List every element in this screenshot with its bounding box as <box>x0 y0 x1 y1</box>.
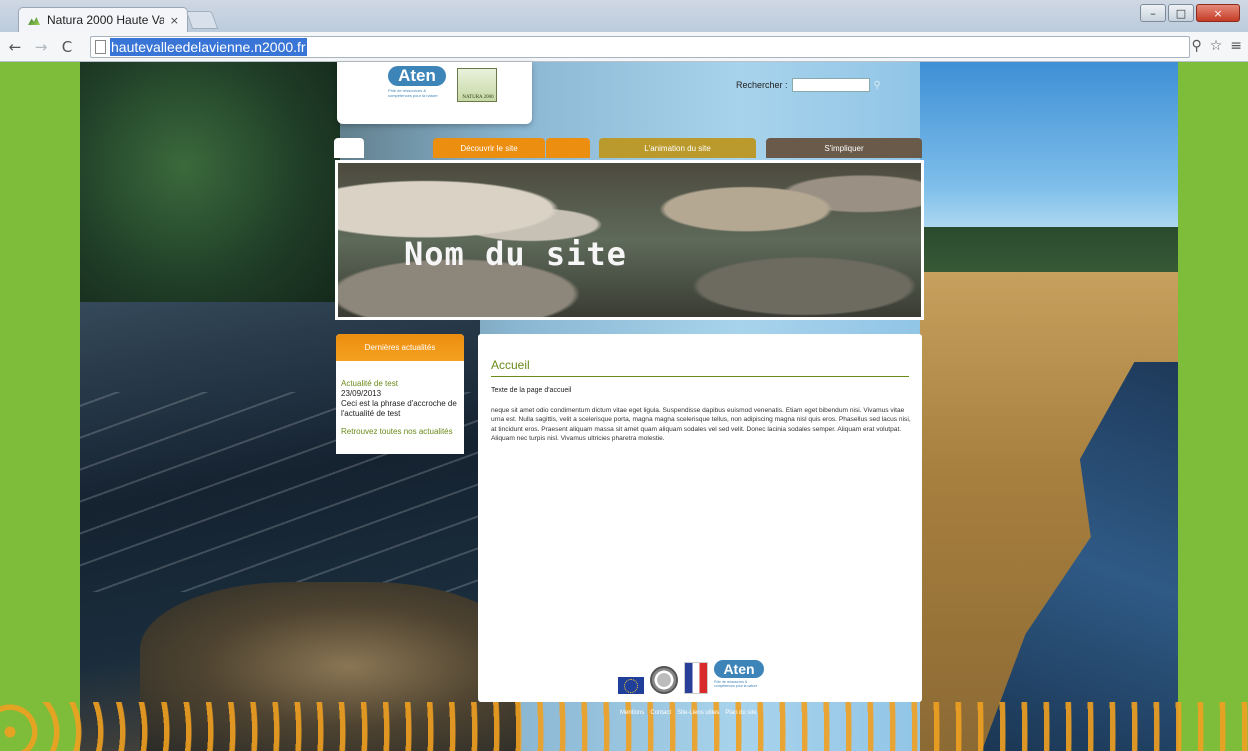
partner-logos: Aten Pôle de ressources & compétences po… <box>618 660 764 694</box>
tab-title: Natura 2000 Haute Vallée <box>47 13 164 27</box>
news-box: Dernières actualités Actualité de test 2… <box>336 334 464 454</box>
back-button[interactable]: ← <box>4 38 26 56</box>
menu-home-tab[interactable] <box>334 138 364 158</box>
menu-decouvrir-extension[interactable] <box>546 138 590 158</box>
footer-link-useful[interactable]: Site-Liens utiles <box>677 710 719 716</box>
banner-title: Nom du site <box>404 235 627 273</box>
page-icon <box>95 40 106 54</box>
sky-image <box>920 62 1178 242</box>
browser-tab[interactable]: Natura 2000 Haute Vallée × <box>18 7 188 32</box>
close-window-button[interactable]: × <box>1196 4 1240 22</box>
page-intro: Texte de la page d'accueil <box>491 387 572 394</box>
news-item-title[interactable]: Actualité de test <box>341 379 459 389</box>
menu-icon[interactable]: ≡ <box>1230 38 1242 54</box>
main-content: Accueil Texte de la page d'accueil neque… <box>478 334 922 702</box>
reload-button[interactable]: C <box>56 38 78 56</box>
page-body-text: neque sit amet odio condimentum dictum v… <box>491 407 911 442</box>
search-area: Rechercher : ⚲ <box>736 78 881 92</box>
eu-flag-icon[interactable] <box>618 677 644 694</box>
maximize-button[interactable]: □ <box>1168 4 1194 22</box>
toolbar-right: ⚲ ☆ ≡ <box>1191 38 1242 54</box>
menu-animation[interactable]: L'animation du site <box>599 138 756 158</box>
natura-favicon-icon <box>27 14 41 26</box>
banner-image: Nom du site <box>338 163 921 317</box>
seal-icon[interactable] <box>650 666 678 694</box>
menu-impliquer[interactable]: S'impliquer <box>766 138 922 158</box>
natura-2000-logo[interactable]: NATURA 2000 <box>457 68 497 102</box>
minimize-button[interactable]: – <box>1140 4 1166 22</box>
forest-image <box>80 62 340 322</box>
url-text[interactable]: hautevalleedelavienne.n2000.fr <box>110 38 307 56</box>
main-menu: Découvrir le site L'animation du site S'… <box>334 136 924 158</box>
browser-chrome: Natura 2000 Haute Vallée × – □ × ← → C h… <box>0 0 1248 62</box>
search-input[interactable] <box>791 78 870 92</box>
search-icon[interactable]: ⚲ <box>874 80 881 91</box>
news-item-date: 23/09/2013 <box>341 389 382 398</box>
news-header: Dernières actualités <box>336 334 464 361</box>
aten-partner-logo-word: Aten <box>714 660 764 678</box>
all-news-link[interactable]: Retrouvez toutes nos actualités <box>341 427 459 437</box>
forward-button[interactable]: → <box>30 38 52 56</box>
search-label: Rechercher : <box>736 80 788 90</box>
natura-logo-label: NATURA 2000 <box>462 95 494 100</box>
footer-links: Mentions Contact Site-Liens utiles Plan … <box>620 710 757 716</box>
zoom-icon[interactable]: ⚲ <box>1191 38 1201 54</box>
republique-francaise-logo-icon[interactable] <box>684 662 708 694</box>
browser-toolbar: ← → C hautevalleedelavienne.n2000.fr ⚲ ☆… <box>0 32 1248 62</box>
aten-logo-tagline: Pôle de ressources & compétences pour la… <box>388 88 438 98</box>
web-page: Aten Pôle de ressources & compétences po… <box>0 62 1248 751</box>
footer-link-sitemap[interactable]: Plan du site <box>725 710 756 716</box>
tab-strip: Natura 2000 Haute Vallée × – □ × <box>0 0 1248 32</box>
news-body: Actualité de test 23/09/2013 Ceci est la… <box>336 361 464 437</box>
tab-close-icon[interactable]: × <box>170 14 179 27</box>
menu-decouvrir[interactable]: Découvrir le site <box>433 138 545 158</box>
new-tab-button[interactable] <box>185 11 219 29</box>
aten-logo-word: Aten <box>388 66 446 86</box>
aten-logo[interactable]: Aten Pôle de ressources & compétences po… <box>388 66 446 98</box>
aten-partner-logo[interactable]: Aten Pôle de ressources & compétences po… <box>714 660 764 694</box>
footer-link-contact[interactable]: Contact <box>650 710 671 716</box>
star-icon[interactable]: ☆ <box>1210 38 1223 54</box>
news-item-teaser: Ceci est la phrase d'accroche de l'actua… <box>341 399 457 418</box>
aten-partner-logo-tagline: Pôle de ressources & compétences pour la… <box>714 680 758 689</box>
footer-link-mentions[interactable]: Mentions <box>620 710 644 716</box>
page-title: Accueil <box>491 358 909 377</box>
address-bar[interactable]: hautevalleedelavienne.n2000.fr <box>90 36 1190 58</box>
site-banner: Nom du site <box>335 160 924 320</box>
window-controls: – □ × <box>1140 4 1240 24</box>
